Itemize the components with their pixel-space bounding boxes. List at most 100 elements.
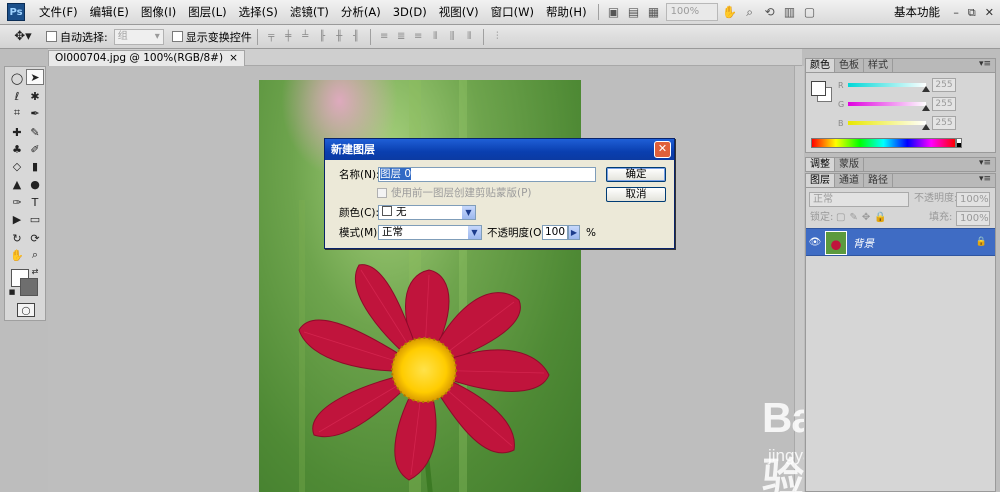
tab-styles[interactable]: 样式 bbox=[864, 59, 893, 72]
ok-button[interactable]: 确定 bbox=[606, 167, 666, 182]
dodge-tool-icon[interactable]: ● bbox=[26, 176, 44, 192]
green-slider-thumb[interactable] bbox=[922, 105, 930, 111]
menu-filter[interactable]: 滤镜(T) bbox=[284, 0, 335, 25]
restore-button[interactable]: ⧉ bbox=[968, 6, 976, 20]
blend-mode-select[interactable]: 正常 bbox=[809, 192, 909, 207]
menu-layer[interactable]: 图层(L) bbox=[182, 0, 232, 25]
minimize-button[interactable]: – bbox=[953, 6, 959, 19]
green-slider-track[interactable] bbox=[848, 102, 930, 111]
magic-wand-tool-icon[interactable]: ✱ bbox=[26, 88, 44, 104]
distribute-hcenter-icon[interactable]: ⫼ bbox=[444, 29, 461, 45]
menu-view[interactable]: 视图(V) bbox=[433, 0, 485, 25]
path-selection-tool-icon[interactable]: ▶ bbox=[8, 211, 26, 227]
menu-help[interactable]: 帮助(H) bbox=[540, 0, 593, 25]
dialog-title-bar[interactable]: 新建图层 ✕ bbox=[325, 139, 674, 160]
align-right-icon[interactable]: ╢ bbox=[348, 29, 365, 45]
workspace-switcher[interactable]: 基本功能 bbox=[894, 0, 940, 25]
align-bottom-icon[interactable]: ╧ bbox=[297, 29, 314, 45]
view-extras-icon[interactable]: ▦ bbox=[644, 3, 664, 21]
visibility-eye-icon[interactable]: 👁 bbox=[808, 236, 822, 248]
crop-tool-icon[interactable]: ⌗ bbox=[8, 105, 26, 121]
blue-slider[interactable]: B 255 bbox=[838, 116, 956, 130]
menu-image[interactable]: 图像(I) bbox=[135, 0, 182, 25]
align-vcenter-icon[interactable]: ╪ bbox=[280, 29, 297, 45]
red-value-field[interactable]: 255 bbox=[932, 78, 956, 92]
blue-value-field[interactable]: 255 bbox=[932, 116, 956, 130]
auto-select-target-select[interactable]: 组 bbox=[113, 28, 164, 45]
lock-options-icon[interactable]: ▢✎✥🔒 bbox=[836, 211, 891, 226]
panel-menu-icon[interactable]: ▾≡ bbox=[979, 174, 991, 184]
history-brush-tool-icon[interactable]: ✐ bbox=[26, 141, 44, 157]
green-slider[interactable]: G 255 bbox=[838, 97, 956, 111]
color-spectrum-bar[interactable] bbox=[811, 138, 956, 148]
shape-tool-icon[interactable]: ▭ bbox=[26, 211, 44, 227]
marquee-tool-icon[interactable]: ◯ bbox=[8, 70, 26, 86]
hand-tool-icon[interactable]: ✋ bbox=[720, 3, 740, 21]
zoom-level-select[interactable]: 100% bbox=[665, 3, 718, 21]
mini-bridge-icon[interactable]: ▤ bbox=[624, 3, 644, 21]
green-value-field[interactable]: 255 bbox=[932, 97, 956, 111]
panel-foreground-swatch[interactable] bbox=[811, 81, 826, 96]
cancel-button[interactable]: 取消 bbox=[606, 187, 666, 202]
chevron-down-icon[interactable]: ▼ bbox=[468, 226, 481, 239]
tab-layers[interactable]: 图层 bbox=[806, 174, 835, 187]
document-tab-close-icon[interactable]: × bbox=[229, 51, 238, 66]
tab-channels[interactable]: 通道 bbox=[835, 174, 864, 187]
move-tool-icon[interactable]: ➤ bbox=[26, 69, 44, 85]
distribute-left-icon[interactable]: ⫴ bbox=[427, 29, 444, 45]
clone-stamp-tool-icon[interactable]: ♣ bbox=[8, 141, 26, 157]
align-top-icon[interactable]: ╤ bbox=[263, 29, 280, 45]
distribute-vcenter-icon[interactable]: ≣ bbox=[393, 29, 410, 45]
swap-colors-icon[interactable]: ⇄ bbox=[29, 266, 41, 276]
arrange-documents-icon[interactable]: ▥ bbox=[780, 3, 800, 21]
pen-tool-icon[interactable]: ✑ bbox=[8, 194, 26, 210]
close-button[interactable]: ✕ bbox=[985, 6, 994, 19]
menu-analysis[interactable]: 分析(A) bbox=[335, 0, 387, 25]
distribute-top-icon[interactable]: ≡ bbox=[376, 29, 393, 45]
eyedropper-tool-icon[interactable]: ✒ bbox=[26, 105, 44, 121]
background-color-swatch[interactable] bbox=[20, 278, 38, 296]
red-slider-track[interactable] bbox=[848, 83, 930, 92]
panel-menu-icon[interactable]: ▾≡ bbox=[979, 158, 991, 168]
canvas-area[interactable] bbox=[48, 66, 794, 492]
menu-file[interactable]: 文件(F) bbox=[33, 0, 84, 25]
3d-orbit-tool-icon[interactable]: ⟳ bbox=[26, 230, 44, 246]
chevron-down-icon[interactable]: ▼ bbox=[462, 206, 475, 219]
default-colors-icon[interactable]: ■ bbox=[7, 287, 17, 297]
distribute-bottom-icon[interactable]: ≡ bbox=[410, 29, 427, 45]
rotate-view-icon[interactable]: ⟲ bbox=[760, 3, 780, 21]
eraser-tool-icon[interactable]: ◇ bbox=[8, 158, 26, 174]
document-tab[interactable]: OI000704.jpg @ 100%(RGB/8#) × bbox=[48, 50, 245, 66]
black-white-ramp[interactable] bbox=[956, 138, 962, 148]
type-tool-icon[interactable]: T bbox=[26, 194, 44, 210]
align-hcenter-icon[interactable]: ╫ bbox=[331, 29, 348, 45]
lasso-tool-icon[interactable]: ℓ bbox=[8, 88, 26, 104]
show-transform-checkbox[interactable] bbox=[171, 31, 183, 42]
clipping-mask-checkbox[interactable] bbox=[377, 188, 387, 198]
tab-adjustments[interactable]: 调整 bbox=[806, 158, 835, 171]
auto-select-checkbox[interactable] bbox=[46, 31, 57, 42]
auto-align-layers-icon[interactable]: ⫶ bbox=[489, 29, 506, 45]
panel-menu-icon[interactable]: ▾≡ bbox=[979, 59, 991, 69]
opacity-slider-toggle[interactable]: ▶ bbox=[568, 225, 580, 240]
healing-brush-tool-icon[interactable]: ✚ bbox=[8, 124, 26, 140]
menu-3d[interactable]: 3D(D) bbox=[387, 0, 433, 25]
screen-mode-icon[interactable]: ▢ bbox=[800, 3, 820, 21]
layer-name-input[interactable]: 图层 0 bbox=[378, 167, 596, 182]
menu-select[interactable]: 选择(S) bbox=[233, 0, 284, 25]
zoom-tool-icon[interactable]: ⌕ bbox=[26, 247, 44, 263]
brush-tool-icon[interactable]: ✎ bbox=[26, 124, 44, 140]
dialog-close-icon[interactable]: ✕ bbox=[654, 141, 671, 158]
blur-tool-icon[interactable]: ▲ bbox=[8, 176, 26, 192]
layer-color-select[interactable]: 无 ▼ bbox=[378, 205, 476, 220]
tab-color[interactable]: 颜色 bbox=[806, 59, 835, 72]
blue-slider-track[interactable] bbox=[848, 121, 930, 130]
tab-paths[interactable]: 路径 bbox=[864, 174, 893, 187]
bridge-icon[interactable]: ▣ bbox=[604, 3, 624, 21]
move-tool-preset-icon[interactable]: ✥▾ bbox=[8, 27, 38, 47]
menu-edit[interactable]: 编辑(E) bbox=[84, 0, 135, 25]
blue-slider-thumb[interactable] bbox=[922, 124, 930, 130]
hand-tool-icon[interactable]: ✋ bbox=[8, 247, 26, 263]
blend-mode-dropdown[interactable]: 正常 ▼ bbox=[378, 225, 482, 240]
menu-window[interactable]: 窗口(W) bbox=[485, 0, 540, 25]
